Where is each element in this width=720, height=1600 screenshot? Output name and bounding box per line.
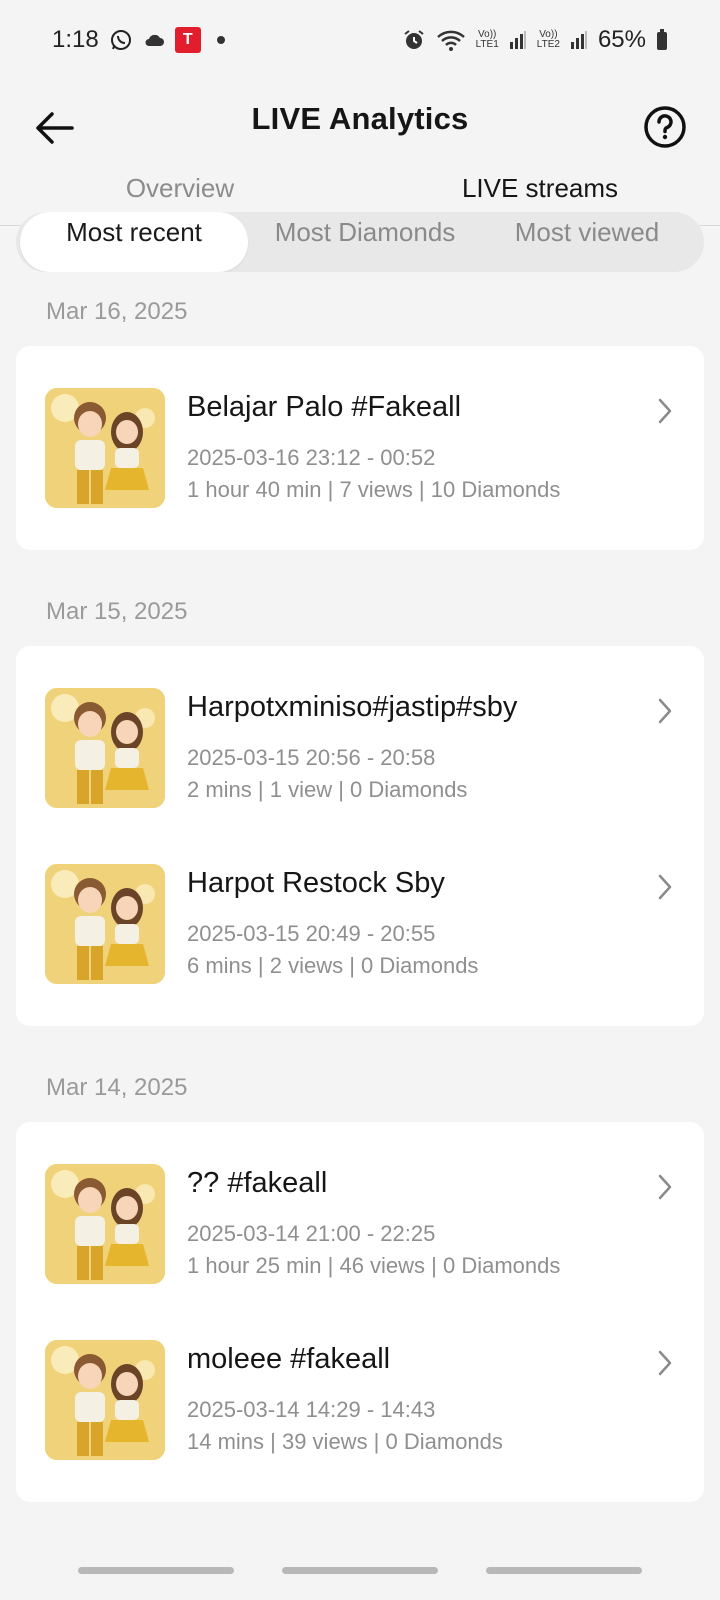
couple-avatar-image bbox=[45, 388, 165, 508]
alarm-icon bbox=[402, 28, 426, 52]
date-header: Mar 16, 2025 bbox=[46, 298, 188, 325]
stream-title: Harpotxminiso#jastip#sby bbox=[187, 690, 518, 723]
help-icon bbox=[644, 106, 686, 148]
wifi-icon bbox=[436, 28, 466, 52]
status-right: Vo)) LTE1 Vo)) LTE2 65% bbox=[402, 26, 668, 54]
stream-stats: 1 hour 25 min | 46 views | 0 Diamonds bbox=[187, 1252, 561, 1278]
stream-thumbnail bbox=[45, 1164, 165, 1284]
stream-thumbnail bbox=[45, 1340, 165, 1460]
back-nav-button[interactable] bbox=[486, 1566, 642, 1574]
whatsapp-icon bbox=[109, 28, 133, 52]
stream-stats: 14 mins | 39 views | 0 Diamonds bbox=[187, 1428, 503, 1454]
couple-avatar-image bbox=[45, 864, 165, 984]
streams-list: Mar 16, 2025 Belajar Palo #Fakeall 2025-… bbox=[0, 290, 720, 1542]
stream-thumbnail bbox=[45, 388, 165, 508]
stream-info: moleee #fakeall 2025-03-14 14:29 - 14:43… bbox=[187, 1343, 503, 1458]
stream-stats: 1 hour 40 min | 7 views | 10 Diamonds bbox=[187, 476, 561, 502]
stream-stats: 2 mins | 1 view | 0 Diamonds bbox=[187, 776, 468, 802]
stream-row[interactable]: ?? #fakeall 2025-03-14 21:00 - 22:25 1 h… bbox=[16, 1136, 704, 1312]
stream-info: Harpot Restock Sby 2025-03-15 20:49 - 20… bbox=[187, 867, 478, 982]
couple-avatar-image bbox=[45, 688, 165, 808]
streams-card: ?? #fakeall 2025-03-14 21:00 - 22:25 1 h… bbox=[16, 1122, 704, 1502]
stream-info: ?? #fakeall 2025-03-14 21:00 - 22:25 1 h… bbox=[187, 1167, 560, 1282]
page-title: LIVE Analytics bbox=[251, 101, 469, 136]
back-button[interactable] bbox=[30, 104, 78, 152]
couple-avatar-image bbox=[45, 1164, 165, 1284]
couple-avatar-image bbox=[45, 1340, 165, 1460]
date-header: Mar 15, 2025 bbox=[46, 598, 188, 625]
status-left: 1:18 T bbox=[52, 26, 225, 54]
help-button[interactable] bbox=[640, 102, 690, 152]
stream-time-range: 2025-03-16 23:12 - 00:52 bbox=[187, 444, 436, 470]
clock: 1:18 bbox=[52, 26, 99, 53]
stream-info: Belajar Palo #Fakeall 2025-03-16 23:12 -… bbox=[187, 391, 560, 506]
streams-card: Belajar Palo #Fakeall 2025-03-16 23:12 -… bbox=[16, 346, 704, 550]
stream-row[interactable]: Harpot Restock Sby 2025-03-15 20:49 - 20… bbox=[16, 836, 704, 1012]
chevron-right-icon bbox=[658, 698, 672, 724]
stream-time-range: 2025-03-14 14:29 - 14:43 bbox=[187, 1396, 436, 1422]
recents-nav-button[interactable] bbox=[78, 1566, 234, 1574]
stream-thumbnail bbox=[45, 688, 165, 808]
stream-row[interactable]: moleee #fakeall 2025-03-14 14:29 - 14:43… bbox=[16, 1312, 704, 1488]
date-group: Mar 14, 2025 ?? #fakeall 2025-03-14 21:0… bbox=[0, 1066, 720, 1502]
system-nav-bar bbox=[0, 1540, 720, 1600]
signal-icon-sim2 bbox=[570, 30, 588, 50]
sort-most-viewed[interactable]: Most viewed bbox=[482, 212, 692, 272]
stream-thumbnail bbox=[45, 864, 165, 984]
date-group: Mar 15, 2025 Harpotxminiso#jastip#sby 20… bbox=[0, 590, 720, 1026]
sim2-label: Vo)) LTE2 bbox=[537, 30, 560, 50]
status-bar: 1:18 T Vo)) LTE1 Vo)) LTE2 65% bbox=[0, 0, 720, 80]
stream-title: Belajar Palo #Fakeall bbox=[187, 390, 462, 423]
date-group: Mar 16, 2025 Belajar Palo #Fakeall 2025-… bbox=[0, 290, 720, 550]
stream-title: moleee #fakeall bbox=[187, 1342, 391, 1375]
stream-title: ?? #fakeall bbox=[187, 1166, 328, 1199]
chevron-right-icon bbox=[658, 1174, 672, 1200]
streams-card: Harpotxminiso#jastip#sby 2025-03-15 20:5… bbox=[16, 646, 704, 1026]
sort-segmented-control: Most recent Most Diamonds Most viewed bbox=[16, 212, 704, 272]
stream-time-range: 2025-03-15 20:56 - 20:58 bbox=[187, 744, 436, 770]
sort-most-recent[interactable]: Most recent bbox=[20, 212, 248, 272]
back-arrow-icon bbox=[36, 112, 74, 144]
chevron-right-icon bbox=[658, 874, 672, 900]
home-nav-button[interactable] bbox=[282, 1566, 438, 1574]
stream-title: Harpot Restock Sby bbox=[187, 866, 445, 899]
stream-row[interactable]: Harpotxminiso#jastip#sby 2025-03-15 20:5… bbox=[16, 660, 704, 836]
more-notifications-icon bbox=[216, 36, 225, 44]
sort-most-diamonds[interactable]: Most Diamonds bbox=[248, 212, 482, 272]
stream-row[interactable]: Belajar Palo #Fakeall 2025-03-16 23:12 -… bbox=[16, 360, 704, 536]
lte2-text: LTE2 bbox=[536, 39, 560, 50]
date-header: Mar 14, 2025 bbox=[46, 1074, 188, 1101]
sim1-label: Vo)) LTE1 bbox=[476, 30, 499, 50]
stream-info: Harpotxminiso#jastip#sby 2025-03-15 20:5… bbox=[187, 691, 517, 806]
stream-time-range: 2025-03-14 21:00 - 22:25 bbox=[187, 1220, 436, 1246]
cloud-icon bbox=[143, 32, 165, 48]
stream-time-range: 2025-03-15 20:49 - 20:55 bbox=[187, 920, 436, 946]
battery-icon bbox=[656, 29, 668, 51]
stream-stats: 6 mins | 2 views | 0 Diamonds bbox=[187, 952, 479, 978]
signal-icon-sim1 bbox=[509, 30, 527, 50]
chevron-right-icon bbox=[658, 398, 672, 424]
battery-percent: 65% bbox=[597, 26, 646, 53]
lte1-text: LTE1 bbox=[475, 39, 499, 50]
chevron-right-icon bbox=[658, 1350, 672, 1376]
app-notification-icon: T bbox=[174, 27, 201, 53]
